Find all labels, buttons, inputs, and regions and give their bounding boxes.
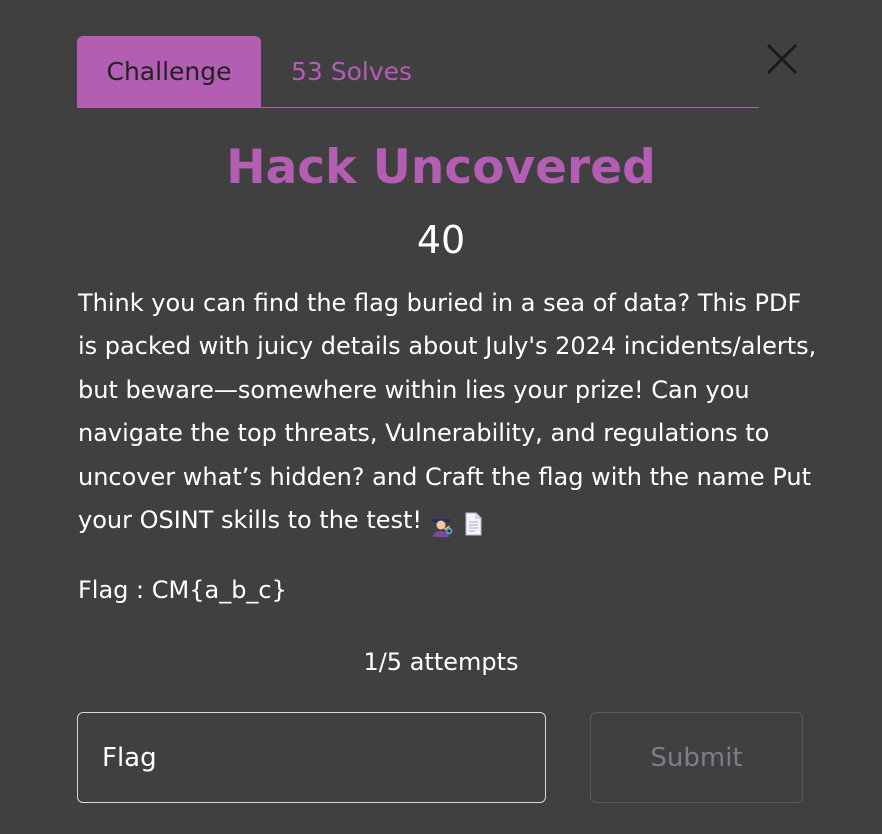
detective-emoji-icon [428,508,454,538]
challenge-tabs: Challenge 53 Solves [77,36,759,108]
attempts-counter: 1/5 attempts [363,648,519,676]
flag-input[interactable] [77,712,546,803]
challenge-modal: Challenge 53 Solves Hack Uncovered 40 Th… [0,0,882,834]
description-text: Think you can find the flag buried in a … [78,289,817,535]
challenge-description: Think you can find the flag buried in a … [78,282,818,542]
challenge-points: 40 [416,218,466,262]
tab-solves[interactable]: 53 Solves [291,36,412,107]
submit-button[interactable]: Submit [590,712,803,803]
tab-challenge[interactable]: Challenge [77,36,261,107]
page-document-emoji-icon [460,508,486,536]
challenge-title: Hack Uncovered [226,140,656,195]
close-icon[interactable] [765,42,799,76]
flag-format-hint: Flag : CM{a_b_c} [78,576,287,604]
